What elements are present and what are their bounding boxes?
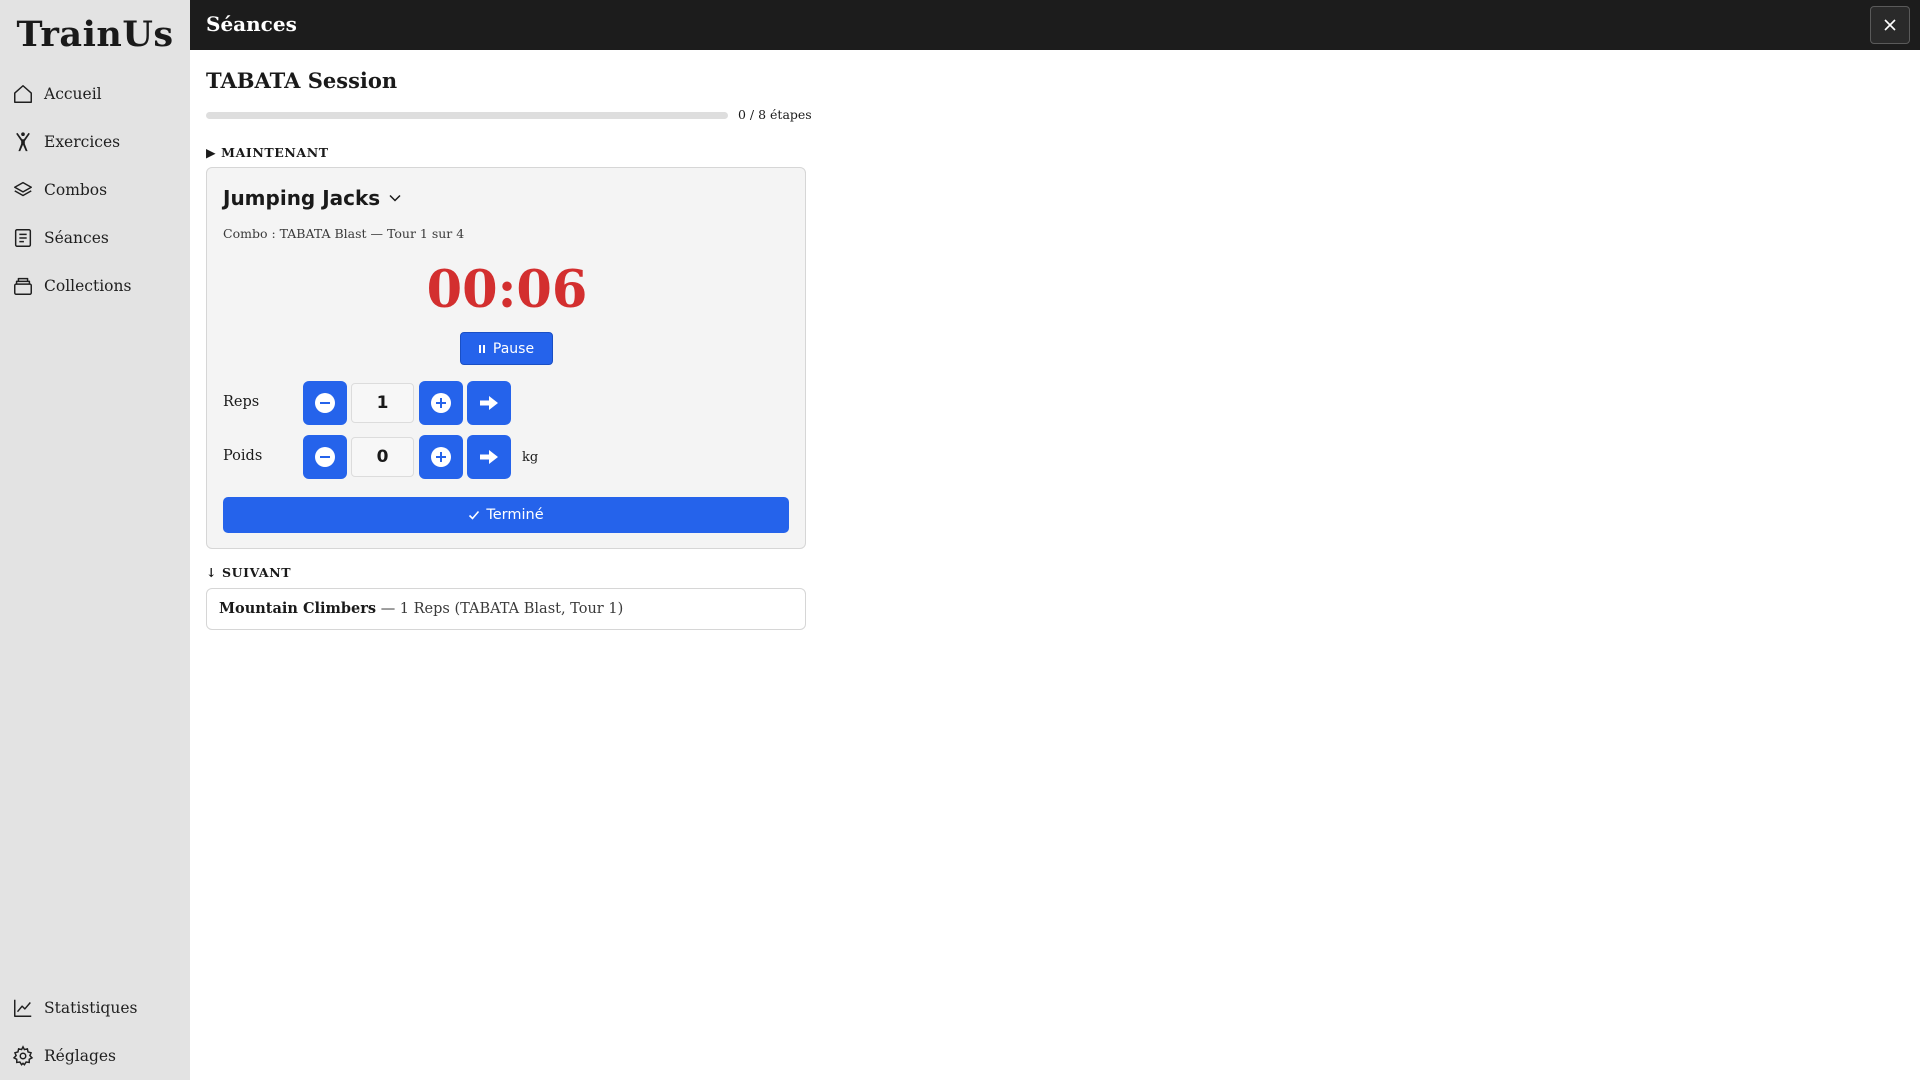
sidebar: TrainUs Accueil Exercices Combos Séances… bbox=[0, 0, 190, 1080]
next-label: ↓ SUIVANT bbox=[206, 565, 292, 580]
sidebar-item-combos[interactable]: Combos bbox=[12, 175, 107, 205]
progress-text: 0 / 8 étapes bbox=[738, 107, 812, 122]
top-bar: Séances bbox=[190, 0, 1920, 50]
done-button[interactable]: Terminé bbox=[223, 497, 789, 533]
brand-logo[interactable]: TrainUs bbox=[0, 14, 190, 55]
sidebar-item-collections[interactable]: Collections bbox=[12, 271, 131, 301]
weight-increment-button[interactable] bbox=[419, 435, 463, 479]
collection-stack-icon bbox=[14, 277, 32, 295]
layers-icon bbox=[14, 181, 32, 197]
now-label: ▶ MAINTENANT bbox=[206, 145, 329, 160]
pause-button[interactable]: Pause bbox=[460, 332, 553, 365]
reps-decrement-button[interactable] bbox=[303, 381, 347, 425]
next-exercise-card[interactable]: Mountain Climbers — 1 Reps (TABATA Blast… bbox=[206, 588, 806, 630]
current-exercise-card: Jumping Jacks Combo : TABATA Blast — Tou… bbox=[206, 167, 806, 549]
sidebar-item-seances[interactable]: Séances bbox=[12, 223, 109, 253]
sidebar-item-label: Combos bbox=[44, 181, 108, 199]
pause-label: Pause bbox=[492, 340, 535, 357]
sidebar-item-label: Collections bbox=[44, 277, 132, 295]
weight-unit: kg bbox=[522, 450, 539, 465]
weight-apply-button[interactable] bbox=[467, 435, 511, 479]
sidebar-item-label: Séances bbox=[44, 229, 109, 247]
plus-circle-icon bbox=[431, 447, 451, 467]
sidebar-item-reglages[interactable]: Réglages bbox=[12, 1041, 116, 1071]
sidebar-item-label: Réglages bbox=[44, 1047, 117, 1065]
plus-circle-icon bbox=[431, 393, 451, 413]
close-button[interactable] bbox=[1870, 6, 1910, 44]
sidebar-item-label: Accueil bbox=[44, 85, 102, 103]
weight-decrement-button[interactable] bbox=[303, 435, 347, 479]
exercise-name: Jumping Jacks bbox=[223, 186, 381, 210]
check-icon bbox=[469, 510, 480, 520]
reps-label: Reps bbox=[223, 394, 260, 410]
next-exercise-name: Mountain Climbers bbox=[219, 600, 377, 617]
session-list-icon bbox=[14, 229, 32, 247]
exercise-figure-icon bbox=[16, 132, 30, 152]
page-title: Séances bbox=[206, 12, 297, 36]
close-icon bbox=[1884, 19, 1896, 31]
session-title: TABATA Session bbox=[206, 68, 398, 93]
countdown-timer: 00:06 bbox=[426, 260, 588, 320]
pause-icon bbox=[478, 344, 485, 353]
arrow-right-icon bbox=[480, 396, 498, 410]
reps-input[interactable] bbox=[351, 383, 414, 423]
combo-info: Combo : TABATA Blast — Tour 1 sur 4 bbox=[223, 226, 465, 241]
gear-icon bbox=[12, 1045, 34, 1066]
minus-circle-icon bbox=[315, 393, 335, 413]
sidebar-item-label: Exercices bbox=[44, 133, 121, 151]
exercise-selector[interactable]: Jumping Jacks bbox=[223, 186, 402, 210]
sidebar-item-statistiques[interactable]: Statistiques bbox=[12, 993, 137, 1023]
weight-input[interactable] bbox=[351, 437, 414, 477]
minus-circle-icon bbox=[315, 447, 335, 467]
arrow-right-icon bbox=[480, 450, 498, 464]
chevron-down-icon bbox=[389, 194, 401, 202]
reps-apply-button[interactable] bbox=[467, 381, 511, 425]
next-exercise-details: — 1 Reps (TABATA Blast, Tour 1) bbox=[380, 601, 624, 617]
sidebar-item-label: Statistiques bbox=[44, 999, 138, 1017]
home-icon bbox=[14, 85, 32, 103]
sidebar-item-exercices[interactable]: Exercices bbox=[12, 127, 120, 157]
progress-bar bbox=[206, 112, 728, 119]
reps-increment-button[interactable] bbox=[419, 381, 463, 425]
chart-line-icon bbox=[14, 999, 32, 1017]
sidebar-item-accueil[interactable]: Accueil bbox=[12, 79, 102, 109]
done-label: Terminé bbox=[486, 507, 544, 523]
weight-label: Poids bbox=[223, 448, 263, 464]
